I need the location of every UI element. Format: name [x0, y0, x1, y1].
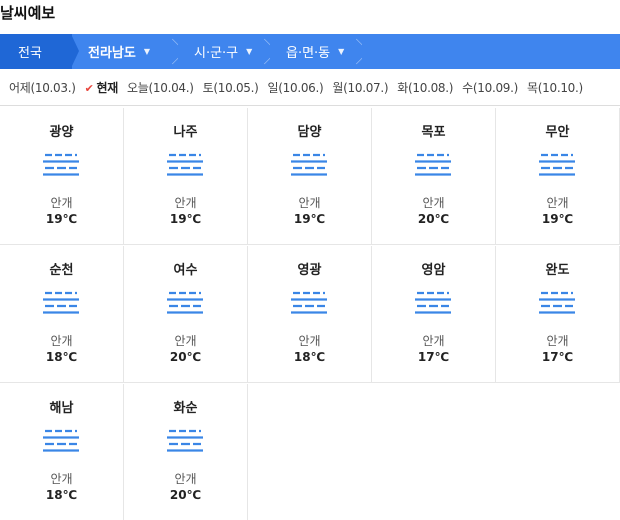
temperature: 17℃ [417, 350, 450, 364]
breadcrumb-label: 읍·면·동 [286, 46, 331, 61]
weather-condition: 안개 [174, 196, 197, 210]
breadcrumb-separator [71, 34, 79, 68]
city-weather-cell[interactable]: 광양안개 19℃ [0, 108, 124, 245]
temperature: 19℃ [293, 212, 326, 226]
fog-icon [539, 153, 575, 176]
fog-icon [167, 429, 203, 452]
city-weather-cell[interactable]: 완도안개 17℃ [496, 246, 620, 383]
weather-condition: 안개 [298, 196, 321, 210]
date-tab-sun[interactable]: 일(10.06.) [268, 79, 324, 96]
city-weather-cell[interactable]: 영광안개 18℃ [248, 246, 372, 383]
city-weather-cell[interactable]: 나주안개 19℃ [124, 108, 248, 245]
temperature: 19℃ [169, 212, 202, 226]
temperature: 18℃ [45, 488, 78, 502]
weather-condition: 안개 [298, 334, 321, 348]
date-tab-yesterday[interactable]: 어제(10.03.) [9, 79, 76, 96]
fog-icon [43, 153, 79, 176]
date-tab-mon[interactable]: 월(10.07.) [332, 79, 388, 96]
triangle-down-icon: ▼ [143, 47, 150, 56]
breadcrumb-label: 전국 [18, 46, 42, 61]
date-tab-tue[interactable]: 화(10.08.) [397, 79, 453, 96]
date-tabs: 어제(10.03.) ✔ 현재 오늘(10.04.) 토(10.05.) 일(10… [0, 70, 620, 106]
fog-icon [43, 291, 79, 314]
city-name: 완도 [545, 263, 570, 278]
city-name: 여수 [173, 263, 198, 278]
breadcrumb-province-select[interactable]: 전라남도 ▼ [72, 34, 176, 69]
city-name: 광양 [49, 125, 74, 140]
breadcrumb-label: 시·군·구 [194, 46, 239, 61]
weather-condition: 안개 [50, 472, 73, 486]
chevron-divider [352, 34, 362, 69]
fog-icon [291, 153, 327, 176]
city-weather-grid: 광양 안개 19℃ 나주 안개 19℃ 담양 안개 19℃ 목포 안개 20℃ 무안 안개 19℃ 순천 안개 1… [0, 108, 620, 520]
date-tab-label: 현재 [96, 81, 119, 95]
weather-condition: 안개 [422, 334, 445, 348]
city-weather-cell[interactable]: 화순안개 20℃ [124, 384, 248, 520]
breadcrumb-label: 전라남도 [88, 46, 136, 61]
city-weather-cell[interactable]: 목포안개 20℃ [372, 108, 496, 245]
city-name: 목포 [421, 125, 446, 140]
city-name: 화순 [173, 401, 198, 416]
city-name: 해남 [49, 401, 74, 416]
temperature: 19℃ [541, 212, 574, 226]
temperature: 18℃ [293, 350, 326, 364]
fog-icon [167, 291, 203, 314]
fog-icon [415, 291, 451, 314]
city-weather-cell[interactable]: 담양안개 19℃ [248, 108, 372, 245]
weather-condition: 안개 [50, 196, 73, 210]
weather-condition: 안개 [546, 334, 569, 348]
city-name: 무안 [545, 125, 570, 140]
temperature: 17℃ [541, 350, 574, 364]
fog-icon [167, 153, 203, 176]
date-tab-thu[interactable]: 목(10.10.) [527, 79, 583, 96]
checkmark-icon: ✔ [84, 82, 94, 95]
triangle-down-icon: ▼ [246, 47, 253, 56]
fog-icon [539, 291, 575, 314]
fog-icon [415, 153, 451, 176]
date-tab-current[interactable]: ✔ 현재 [84, 79, 119, 96]
weather-condition: 안개 [174, 472, 197, 486]
city-weather-cell[interactable]: 순천안개 18℃ [0, 246, 124, 383]
fog-icon [291, 291, 327, 314]
date-tab-sat[interactable]: 토(10.05.) [203, 79, 259, 96]
temperature: 19℃ [45, 212, 78, 226]
breadcrumb-town-select[interactable]: 읍·면·동 ▼ [268, 34, 360, 69]
triangle-down-icon: ▼ [338, 47, 345, 56]
city-name: 순천 [49, 263, 74, 278]
city-weather-cell[interactable]: 해남안개 18℃ [0, 384, 124, 520]
date-tab-today[interactable]: 오늘(10.04.) [127, 79, 194, 96]
city-weather-cell[interactable]: 여수안개 20℃ [124, 246, 248, 383]
city-name: 담양 [297, 125, 322, 140]
weather-condition: 안개 [50, 334, 73, 348]
city-name: 영암 [421, 263, 446, 278]
city-name: 영광 [297, 263, 322, 278]
temperature: 20℃ [417, 212, 450, 226]
city-name: 나주 [173, 125, 198, 140]
fog-icon [43, 429, 79, 452]
date-tab-wed[interactable]: 수(10.09.) [462, 79, 518, 96]
city-weather-cell[interactable]: 무안안개 19℃ [496, 108, 620, 245]
temperature: 20℃ [169, 488, 202, 502]
weather-condition: 안개 [422, 196, 445, 210]
breadcrumb-city-select[interactable]: 시·군·구 ▼ [176, 34, 268, 69]
temperature: 18℃ [45, 350, 78, 364]
page-title: 날씨예보 [0, 4, 56, 22]
weather-condition: 안개 [174, 334, 197, 348]
region-breadcrumb: 전국 전라남도 ▼ 시·군·구 ▼ 읍·면·동 ▼ [0, 34, 620, 69]
city-weather-cell[interactable]: 영암안개 17℃ [372, 246, 496, 383]
breadcrumb-nationwide[interactable]: 전국 [0, 34, 79, 69]
temperature: 20℃ [169, 350, 202, 364]
weather-condition: 안개 [546, 196, 569, 210]
